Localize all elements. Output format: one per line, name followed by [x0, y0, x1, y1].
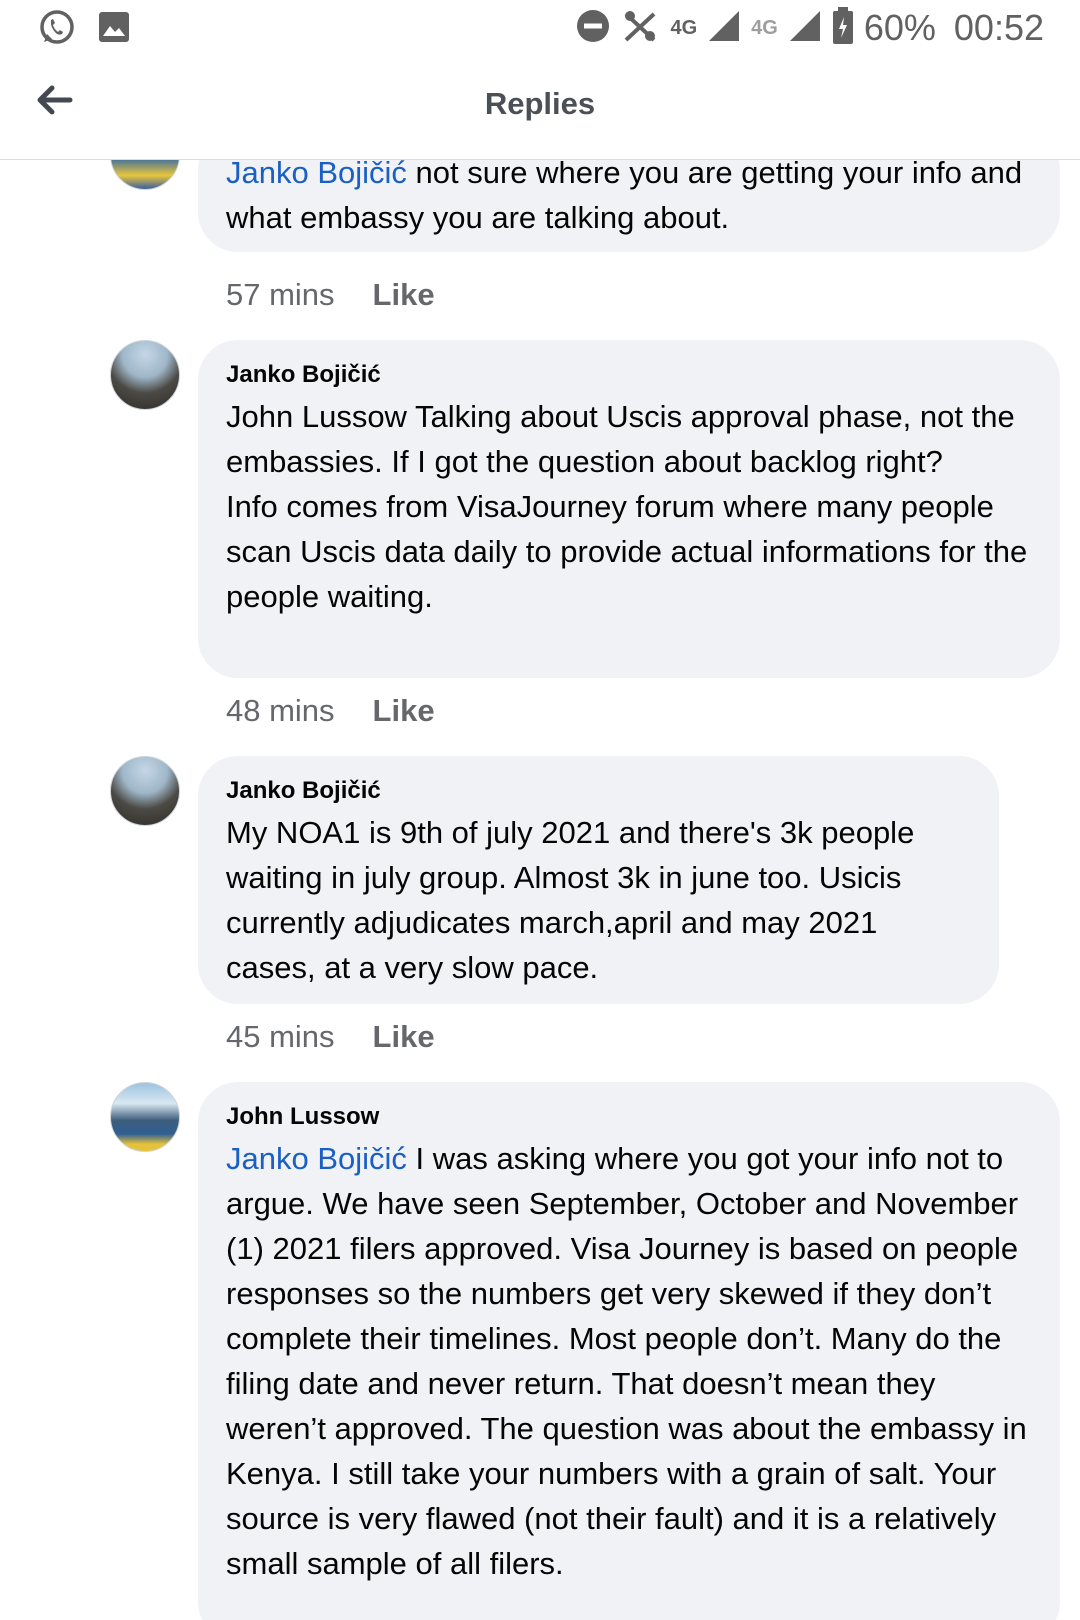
like-button[interactable]: Like [373, 1019, 435, 1054]
comment-text: John Lussow Talking about Uscis approval… [226, 399, 1028, 614]
like-button[interactable]: Like [373, 693, 435, 728]
like-button[interactable]: Like [373, 277, 435, 312]
signal-strength-icon [707, 9, 741, 48]
comment-time[interactable]: 57 mins [226, 277, 335, 312]
do-not-disturb-icon [576, 9, 610, 48]
battery-icon [832, 6, 854, 50]
avatar[interactable] [110, 756, 180, 826]
comment-author[interactable]: John Lussow [226, 1082, 1032, 1132]
comment-time[interactable]: 45 mins [226, 1019, 335, 1054]
header: Replies [0, 56, 1080, 160]
comment-bubble: Janko Bojičić not sure where you are get… [198, 160, 1060, 252]
mention-link[interactable]: Janko Bojičić [226, 160, 407, 190]
comment-meta: 57 mins Like [226, 277, 435, 313]
battery-percent: 60% [863, 7, 936, 48]
comment-meta: 45 mins Like [226, 1019, 435, 1055]
no-signal-tools-icon [620, 6, 660, 51]
comment-bubble: John Lussow Janko Bojičić I was asking w… [198, 1082, 1060, 1620]
network-type-2: 4G [751, 16, 778, 39]
network-type-1: 4G [670, 16, 698, 39]
whatsapp-icon [38, 8, 76, 51]
comment-author[interactable]: Janko Bojičić [226, 340, 1032, 390]
comment-meta: 48 mins Like [226, 693, 435, 729]
comment-bubble: Janko Bojičić My NOA1 is 9th of july 202… [198, 756, 999, 1004]
avatar[interactable] [110, 340, 180, 410]
gallery-icon [98, 11, 130, 48]
comment-text: Janko Bojičić not sure where you are get… [226, 160, 1032, 240]
mention-link[interactable]: Janko Bojičić [226, 1141, 407, 1176]
comment-author[interactable]: Janko Bojičić [226, 756, 971, 806]
page-title: Replies [484, 86, 596, 121]
comment-text: Janko Bojičić I was asking where you got… [226, 1141, 1027, 1581]
status-bar: 4G 4G 60% 00:52 [0, 0, 1080, 56]
signal-strength-icon-2 [788, 9, 822, 48]
avatar[interactable] [110, 1082, 180, 1152]
comment-bubble: Janko Bojičić John Lussow Talking about … [198, 340, 1060, 678]
avatar[interactable] [110, 160, 180, 190]
comment-text: My NOA1 is 9th of july 2021 and there's … [226, 815, 915, 985]
comment-time[interactable]: 48 mins [226, 693, 335, 728]
replies-feed[interactable]: Janko Bojičić not sure where you are get… [0, 160, 1080, 1620]
clock: 00:52 [953, 7, 1044, 48]
